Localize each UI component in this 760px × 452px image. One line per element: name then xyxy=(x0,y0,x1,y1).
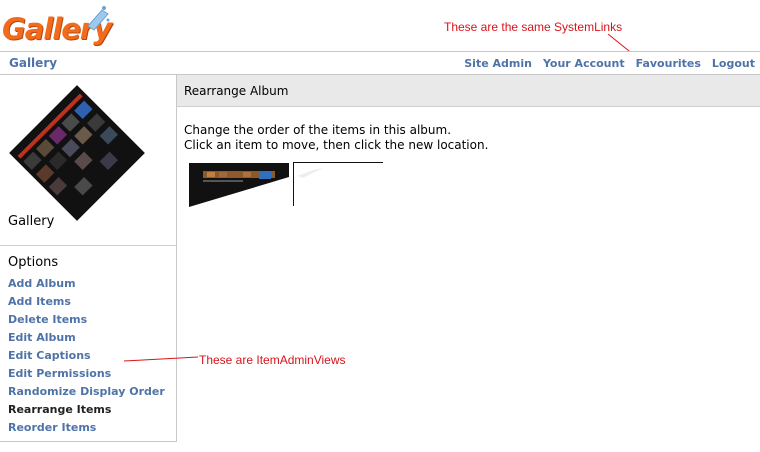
instruction-line-2: Click an item to move, then click the ne… xyxy=(184,138,489,152)
instruction-line-1: Change the order of the items in this al… xyxy=(184,123,452,137)
rearrange-items-current: Rearrange Items xyxy=(8,403,112,416)
edit-album-link[interactable]: Edit Album xyxy=(8,331,165,349)
edit-permissions-link[interactable]: Edit Permissions xyxy=(8,367,165,385)
main-header: Rearrange Album xyxy=(177,75,760,107)
add-items-link[interactable]: Add Items xyxy=(8,295,165,313)
annotation-item-admin-views: These are ItemAdminViews xyxy=(199,353,346,367)
sidebar: Gallery Options Add Album Add Items Dele… xyxy=(0,75,177,442)
options-heading: Options xyxy=(8,255,59,270)
add-album-link[interactable]: Add Album xyxy=(8,277,165,295)
sidebar-divider xyxy=(0,245,176,246)
page-title: Rearrange Album xyxy=(184,84,289,98)
rearrange-item-2[interactable] xyxy=(293,162,383,206)
delete-items-link[interactable]: Delete Items xyxy=(8,313,165,331)
top-bar: Gallery Site Admin Your Account Favourites… xyxy=(0,51,760,75)
logout-link[interactable]: Logout xyxy=(712,57,755,70)
favourites-link[interactable]: Favourites xyxy=(636,57,701,70)
randomize-display-order-link[interactable]: Randomize Display Order xyxy=(8,385,165,403)
gallery-logo[interactable]: Gallery xyxy=(2,4,112,50)
instructions: Change the order of the items in this al… xyxy=(184,123,488,153)
annotation-system-links: These are the same SystemLinks xyxy=(444,20,623,34)
reorder-items-link[interactable]: Reorder Items xyxy=(8,421,165,439)
breadcrumb-gallery[interactable]: Gallery xyxy=(9,56,57,70)
your-account-link[interactable]: Your Account xyxy=(543,57,625,70)
annotation-arrow-mid xyxy=(123,356,199,362)
site-admin-link[interactable]: Site Admin xyxy=(464,57,532,70)
rearrange-item-1[interactable] xyxy=(189,163,289,207)
sparkle-icon xyxy=(87,6,110,31)
album-thumbnail[interactable] xyxy=(7,83,147,223)
system-links: Site Admin Your Account Favourites Logout xyxy=(453,57,755,70)
album-title: Gallery xyxy=(8,214,55,229)
